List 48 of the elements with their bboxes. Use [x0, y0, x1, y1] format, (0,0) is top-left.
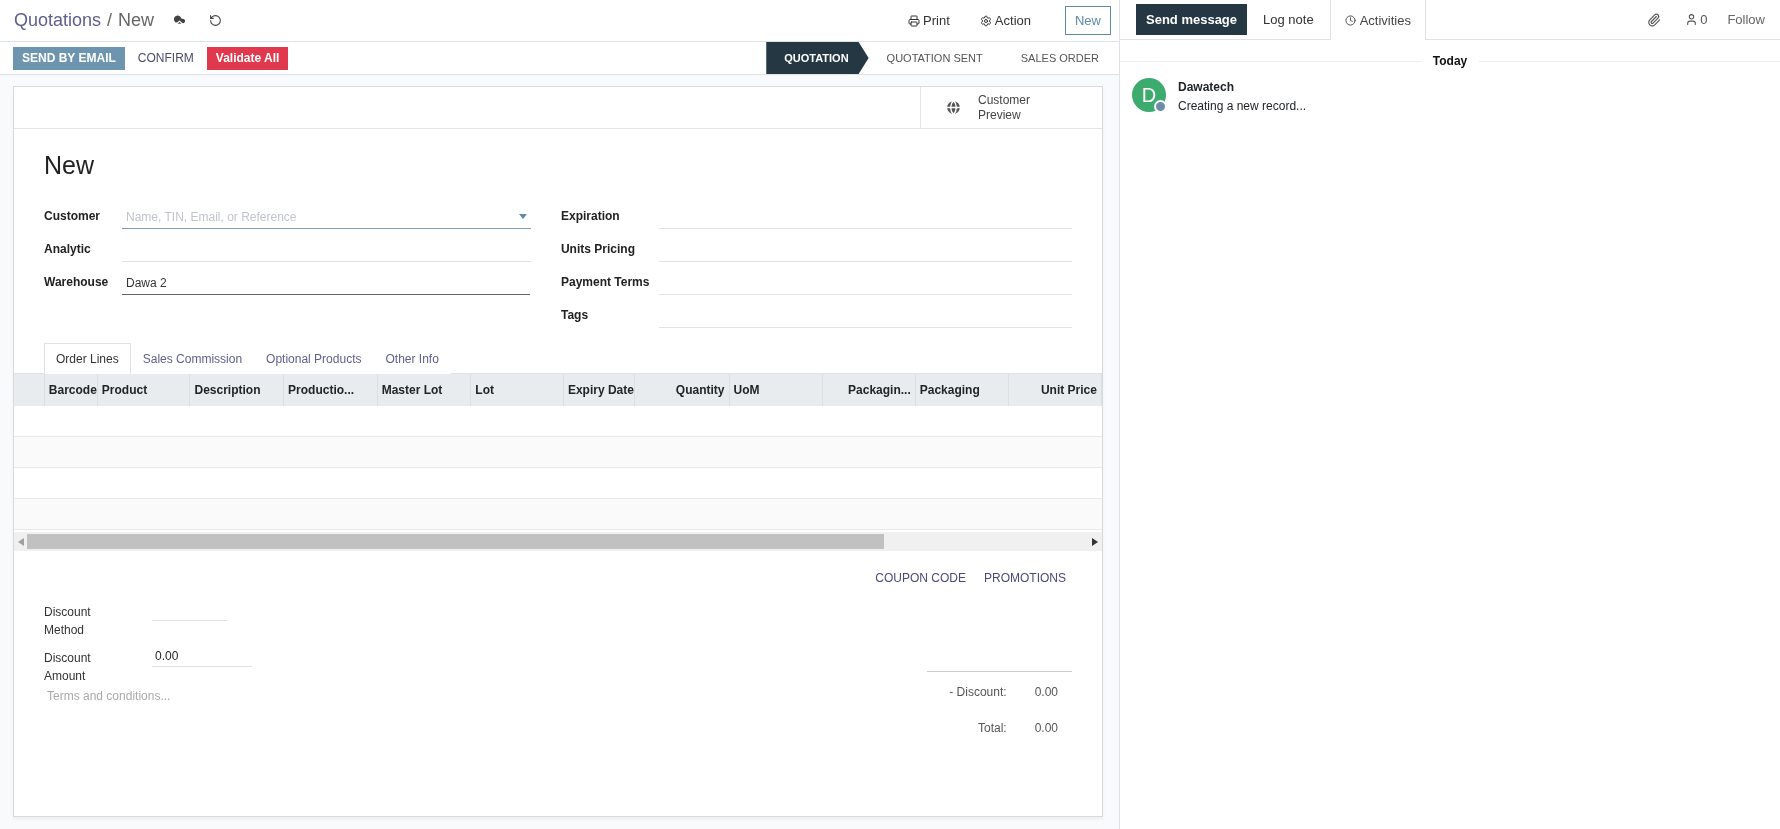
printer-icon — [908, 14, 921, 27]
gear-icon — [979, 14, 992, 27]
field-label: Expiration — [560, 209, 621, 225]
scroll-right-icon[interactable] — [1092, 537, 1098, 546]
field-label: Customer — [44, 209, 101, 225]
action-button[interactable]: CONFIRM — [128, 46, 203, 70]
message-text: Creating a new record... — [1178, 99, 1307, 113]
chatter-button[interactable]: Activities — [1329, 0, 1426, 40]
date-separator: Today — [1432, 54, 1468, 68]
breadcrumb-link[interactable]: Quotations — [14, 10, 102, 31]
total-label: Total: — [977, 721, 1007, 735]
scrollbar-thumb[interactable] — [27, 534, 884, 549]
globe-icon — [945, 99, 962, 116]
chatter-button[interactable]: Send message — [1136, 4, 1248, 35]
person-icon — [1685, 13, 1699, 26]
promo-button[interactable]: PROMOTIONS — [984, 571, 1066, 585]
status-stage[interactable]: QUOTATION — [766, 42, 869, 74]
clock-icon — [1344, 14, 1356, 26]
breadcrumb-separator: / — [107, 10, 113, 31]
total-value: 0.00 — [1034, 685, 1058, 699]
field-label: Discount Amount — [44, 650, 92, 685]
action-button[interactable]: Validate All — [206, 46, 289, 70]
horizontal-scrollbar[interactable] — [14, 532, 1102, 551]
input-field[interactable]: 0.00 — [152, 645, 252, 667]
record-title: New — [44, 151, 95, 180]
action-button[interactable]: Action — [971, 13, 1039, 28]
new-button[interactable]: New — [1065, 6, 1111, 35]
avatar: D — [1132, 78, 1166, 112]
notebook-tab[interactable]: Order Lines — [44, 343, 131, 374]
follow-button[interactable]: Follow — [1721, 12, 1765, 27]
field-label: Tags — [560, 308, 590, 324]
status-dot — [1154, 100, 1167, 113]
customer-preview-button[interactable]: Customer Preview — [920, 87, 1102, 128]
print-button[interactable]: Print — [900, 13, 958, 28]
followers-button[interactable]: 0 — [1685, 12, 1708, 27]
field-label: Warehouse — [44, 275, 110, 291]
field-label: Units Pricing — [560, 242, 636, 258]
promo-button[interactable]: COUPON CODE — [875, 571, 966, 585]
input-field[interactable]: Dawa 2 — [122, 271, 530, 295]
caret-icon — [518, 214, 527, 219]
total-value: 0.00 — [1034, 721, 1058, 735]
total-label: - Discount: — [949, 685, 1007, 699]
message-author: Dawatech — [1178, 80, 1236, 94]
field-label: Payment Terms — [560, 275, 651, 291]
field-label: Discount Method — [44, 604, 92, 639]
scroll-left-icon[interactable] — [18, 537, 24, 546]
breadcrumb-current: New — [118, 10, 155, 31]
field-label: Analytic — [44, 242, 92, 258]
